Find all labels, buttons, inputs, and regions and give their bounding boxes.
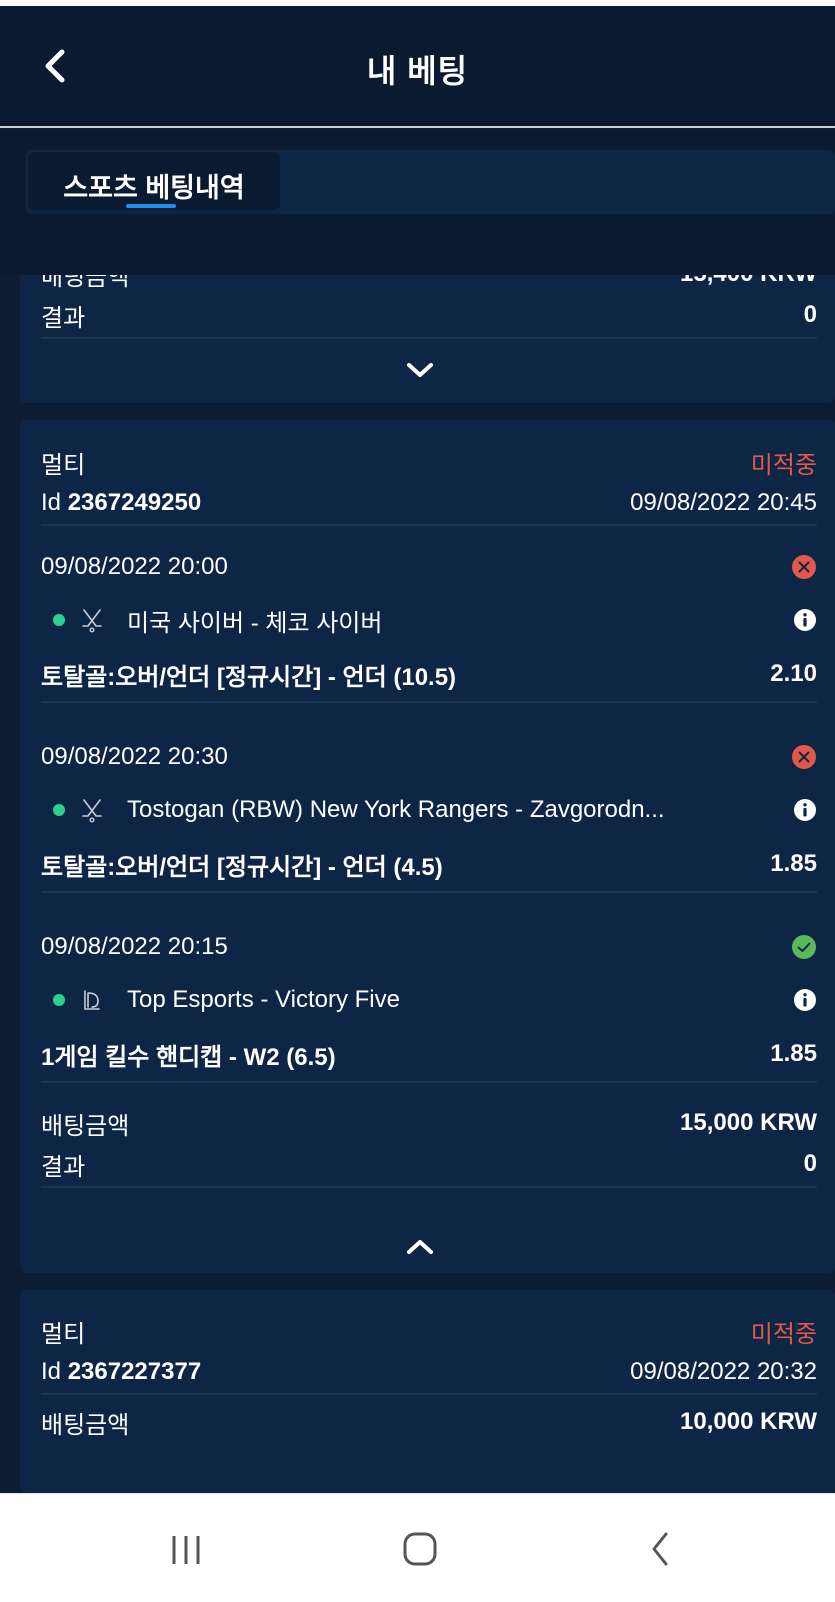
result-value: 0	[803, 301, 817, 328]
tab-active-indicator	[126, 204, 176, 208]
lost-x-icon	[792, 745, 816, 769]
divider	[41, 1081, 817, 1083]
app-header: 내 베팅	[0, 6, 835, 128]
selection-pick: 토탈골:오버/언더 [정규시간] - 언더 (10.5) 2.10	[41, 654, 817, 694]
info-icon[interactable]	[793, 798, 817, 822]
page-title: 내 베팅	[366, 53, 469, 89]
result-label: 결과	[41, 1153, 86, 1181]
event-name: Tostogan (RBW) New York Rangers - Zavgor…	[127, 796, 665, 823]
live-dot	[53, 994, 65, 1006]
stake-value: 15,000 KRW	[680, 1109, 817, 1136]
system-nav-bar	[0, 1493, 835, 1602]
divider	[41, 891, 817, 893]
bet-id-prefix: Id	[41, 489, 62, 516]
bet-id-value: 2367227377	[67, 1358, 202, 1385]
pick-label: 토탈골:오버/언더 [정규시간] - 언더 (4.5)	[41, 853, 443, 881]
bet-card-expanded: 멀티 미적중 Id 2367249250 09/08/2022 20:45 09…	[20, 420, 835, 1273]
bet-date: 09/08/2022 20:45	[630, 489, 817, 516]
result-label: 결과	[41, 304, 86, 332]
selection-time: 09/08/2022 20:15	[41, 933, 228, 960]
divider	[41, 1186, 817, 1188]
hockey-sticks-icon	[82, 799, 102, 823]
bet-card: 배팅금액 15,400 KRW 결과 0	[20, 275, 835, 403]
home-button[interactable]	[390, 1524, 450, 1574]
result-row: 결과 0	[41, 1144, 817, 1184]
bet-type: 멀티	[41, 1320, 86, 1348]
selection-event: Tostogan (RBW) New York Rangers - Zavgor…	[41, 790, 817, 830]
info-icon[interactable]	[793, 608, 817, 632]
odds-value: 1.85	[770, 1040, 817, 1067]
lost-x-icon	[792, 555, 816, 579]
esports-helmet-icon	[84, 990, 100, 1010]
selection-header: 09/08/2022 20:30	[41, 737, 817, 777]
stake-row: 배팅금액 15,000 KRW	[41, 1103, 817, 1143]
bet-id-value: 2367249250	[67, 489, 202, 516]
chevron-up-icon	[407, 1240, 433, 1254]
selection-pick: 토탈골:오버/언더 [정규시간] - 언더 (4.5) 1.85	[41, 844, 817, 884]
tab-bar: 스포츠 베팅내역	[26, 150, 835, 214]
live-dot	[53, 614, 65, 626]
selection-header: 09/08/2022 20:15	[41, 927, 817, 967]
collapse-button[interactable]	[400, 1232, 440, 1262]
stake-label: 배팅금액	[41, 1411, 130, 1439]
info-icon[interactable]	[793, 988, 817, 1012]
bet-id-prefix: Id	[41, 1358, 62, 1385]
bet-card[interactable]: 멀티 미적중 Id 2367227377 09/08/2022 20:32 배팅…	[20, 1290, 835, 1493]
system-back-button[interactable]	[630, 1524, 690, 1574]
selection-pick: 1게임 킬수 핸디캡 - W2 (6.5) 1.85	[41, 1034, 817, 1074]
event-name: 미국 사이버 - 체코 사이버	[127, 609, 383, 637]
divider	[41, 701, 817, 703]
expand-button[interactable]	[400, 355, 440, 385]
chevron-down-icon	[407, 363, 433, 377]
stake-label: 배팅금액	[41, 1112, 130, 1140]
bet-id-row: Id 2367249250 09/08/2022 20:45	[41, 483, 817, 523]
selection-header: 09/08/2022 20:00	[41, 547, 817, 587]
selection-event: 미국 사이버 - 체코 사이버	[41, 600, 817, 640]
pick-label: 토탈골:오버/언더 [정규시간] - 언더 (10.5)	[41, 663, 457, 691]
event-name: Top Esports - Victory Five	[127, 986, 400, 1013]
stake-value: 10,000 KRW	[680, 1408, 817, 1435]
stake-row: 배팅금액 10,000 KRW	[41, 1402, 817, 1442]
result-row: 결과 0	[41, 295, 817, 335]
tab-label: 스포츠 베팅내역	[63, 173, 245, 203]
bet-type-row: 멀티 미적중	[41, 442, 817, 482]
stake-value: 15,400 KRW	[680, 275, 817, 288]
stake-row: 배팅금액 15,400 KRW	[41, 275, 817, 294]
bet-id-row: Id 2367227377 09/08/2022 20:32	[41, 1352, 817, 1392]
live-dot	[53, 804, 65, 816]
recent-apps-button[interactable]	[156, 1524, 216, 1574]
stake-label: 배팅금액	[41, 275, 130, 291]
tab-area: 스포츠 베팅내역	[0, 130, 835, 275]
won-check-icon	[792, 935, 816, 959]
selection-event: Top Esports - Victory Five	[41, 980, 817, 1020]
home-icon	[403, 1532, 437, 1566]
status-badge: 미적중	[750, 1320, 817, 1348]
bet-list[interactable]: 배팅금액 15,400 KRW 결과 0 멀티 미적중 Id 236724925…	[0, 275, 835, 1493]
odds-value: 1.85	[770, 850, 817, 877]
pick-label: 1게임 킬수 핸디캡 - W2 (6.5)	[41, 1043, 336, 1071]
bet-id: Id 2367249250	[41, 489, 201, 517]
selection-time: 09/08/2022 20:30	[41, 743, 228, 770]
odds-value: 2.10	[770, 660, 817, 687]
status-badge: 미적중	[750, 451, 817, 479]
bet-date: 09/08/2022 20:32	[630, 1358, 817, 1385]
bet-type-row: 멀티 미적중	[41, 1311, 817, 1351]
divider	[41, 524, 817, 526]
recent-apps-icon	[172, 1536, 200, 1564]
tab-sports-bet-history[interactable]: 스포츠 베팅내역	[28, 152, 280, 210]
result-value: 0	[803, 1150, 817, 1177]
bet-id: Id 2367227377	[41, 1358, 201, 1386]
divider	[41, 1393, 817, 1395]
back-arrow-icon	[652, 1532, 668, 1566]
hockey-sticks-icon	[82, 609, 102, 633]
selection-time: 09/08/2022 20:00	[41, 553, 228, 580]
divider	[41, 337, 817, 339]
bet-type: 멀티	[41, 451, 86, 479]
